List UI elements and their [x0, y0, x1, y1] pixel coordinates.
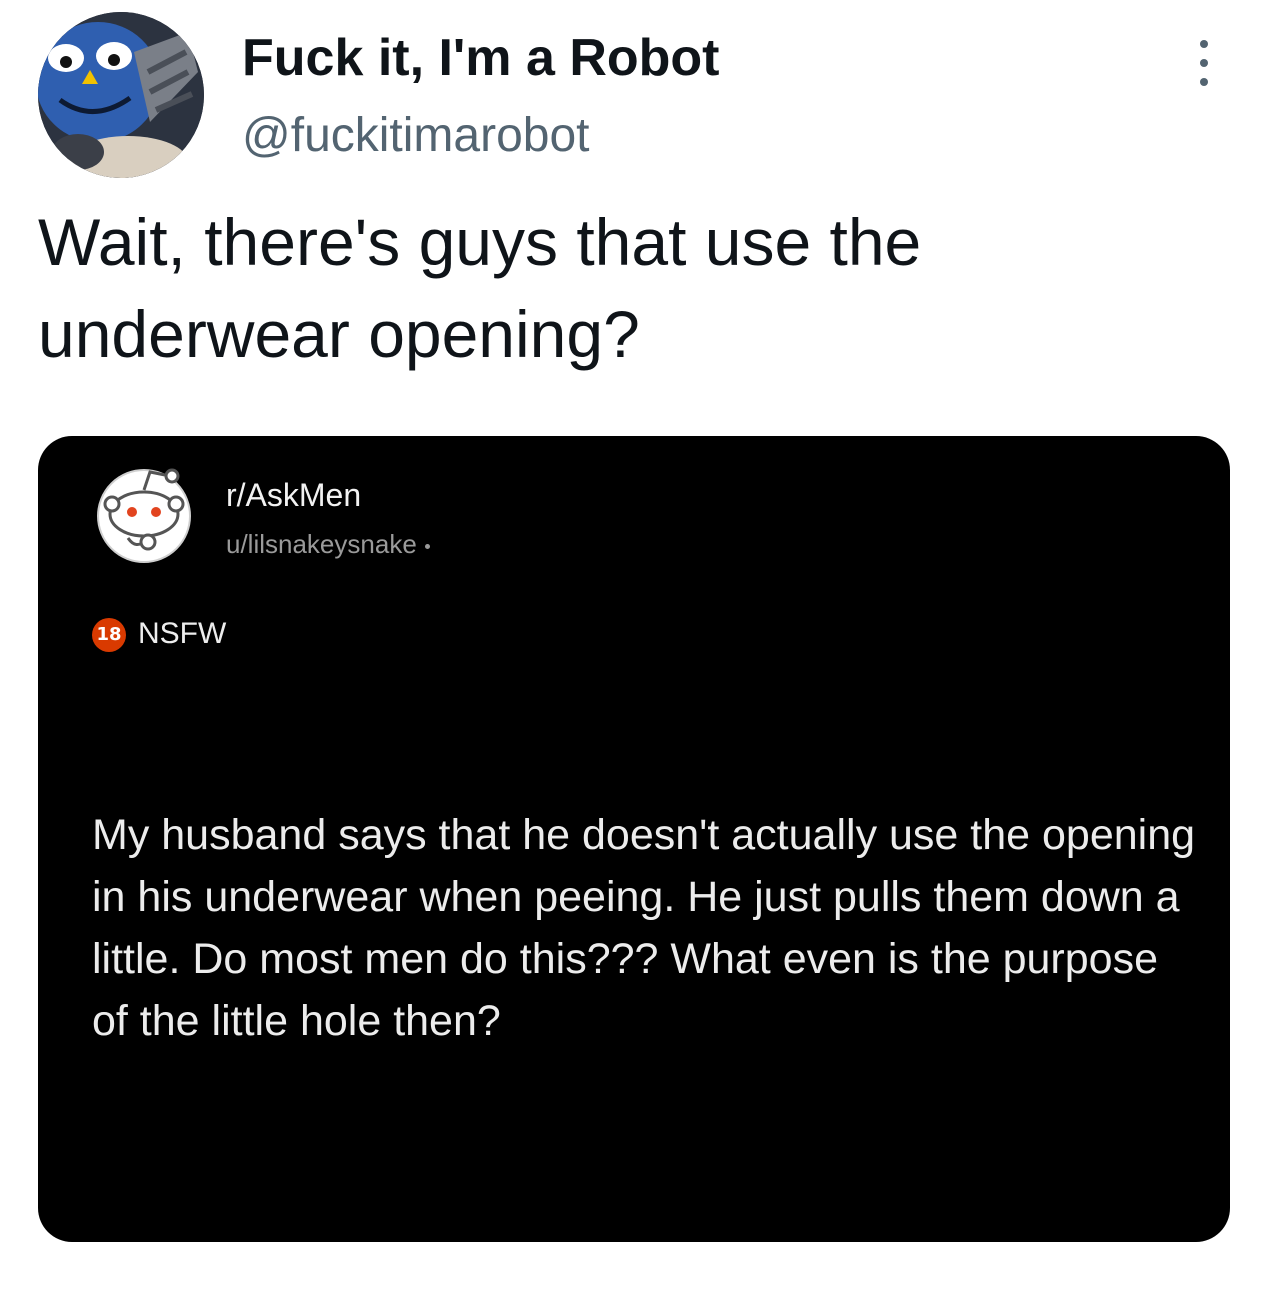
- more-dot-icon: [1200, 40, 1208, 48]
- subreddit-name[interactable]: r/AskMen: [226, 476, 361, 514]
- more-dot-icon: [1200, 78, 1208, 86]
- author-name[interactable]: u/lilsnakeysnake: [226, 529, 417, 559]
- more-dot-icon: [1200, 59, 1208, 67]
- tweet-text: Wait, there's guys that use the underwea…: [38, 205, 922, 371]
- more-options-button[interactable]: [1186, 40, 1222, 86]
- robot-avatar-icon: [38, 12, 204, 178]
- reddit-snoo-icon: [97, 468, 191, 563]
- post-body: My husband says that he doesn't actually…: [92, 811, 1196, 1045]
- nsfw-label: NSFW: [138, 617, 227, 650]
- display-name[interactable]: Fuck it, I'm a Robot: [242, 28, 720, 88]
- post-author[interactable]: u/lilsnakeysnake: [226, 528, 430, 560]
- nsfw-18-icon: 18: [92, 618, 126, 652]
- user-handle[interactable]: @fuckitimarobot: [242, 108, 590, 164]
- embedded-screenshot[interactable]: r/AskMen u/lilsnakeysnake 18 NSFW My hus…: [38, 436, 1230, 1242]
- separator-dot-icon: [424, 543, 430, 549]
- tweet-avatar[interactable]: [38, 12, 204, 178]
